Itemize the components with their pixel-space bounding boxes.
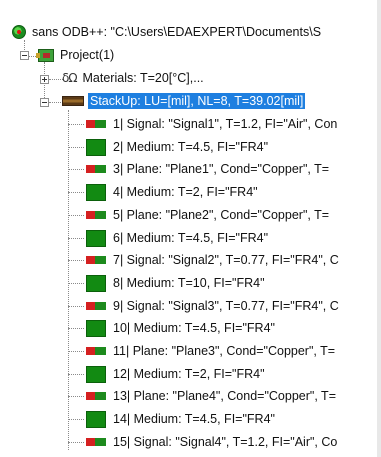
plane-layer-icon <box>86 165 106 173</box>
signal-layer-icon <box>86 438 106 446</box>
stackup-collapse-toggle[interactable] <box>40 98 49 107</box>
stackup-layer-row[interactable]: 9| Signal: "Signal3", T=0.77, FI="FR4", … <box>86 296 341 316</box>
medium-layer-icon <box>86 229 106 247</box>
layer-label: 13| Plane: "Plane4", Cond="Copper", T= <box>113 389 336 403</box>
signal-layer-icon <box>86 302 106 310</box>
stackup-tree-view[interactable]: sans ODB++: "C:\Users\EDAEXPERT\Document… <box>0 0 381 457</box>
stackup-layer-row[interactable]: 4| Medium: T=2, FI="FR4" <box>86 182 260 202</box>
layer-label: 9| Signal: "Signal3", T=0.77, FI="FR4", … <box>113 299 339 313</box>
stackup-layer-row[interactable]: 2| Medium: T=4.5, FI="FR4" <box>86 137 270 157</box>
stackup-layer-row[interactable]: 8| Medium: T=10, FI="FR4" <box>86 273 267 293</box>
vertical-scrollbar-edge[interactable] <box>377 0 381 457</box>
stackup-layer-row[interactable]: 13| Plane: "Plane4", Cond="Copper", T= <box>86 386 338 406</box>
layer-label: 6| Medium: T=4.5, FI="FR4" <box>113 231 269 245</box>
plane-layer-icon <box>86 347 106 355</box>
stackup-layer-row[interactable]: 10| Medium: T=4.5, FI="FR4" <box>86 318 277 338</box>
project-label: Project(1) <box>60 48 115 62</box>
medium-layer-icon <box>86 138 106 156</box>
medium-layer-icon <box>86 410 106 428</box>
odb-root-icon <box>12 25 26 39</box>
stackup-layer-row[interactable]: 5| Plane: "Plane2", Cond="Copper", T= <box>86 205 331 225</box>
stackup-layer-row[interactable]: 14| Medium: T=4.5, FI="FR4" <box>86 409 277 429</box>
project-collapse-toggle[interactable] <box>20 51 29 60</box>
stackup-label: StackUp: LU=[mil], NL=8, T=39.02[mil] <box>88 93 306 109</box>
layer-label: 1| Signal: "Signal1", T=1.2, FI="Air", C… <box>113 117 338 131</box>
layer-label: 10| Medium: T=4.5, FI="FR4" <box>113 321 275 335</box>
layer-label: 7| Signal: "Signal2", T=0.77, FI="FR4", … <box>113 253 339 267</box>
layer-label: 8| Medium: T=10, FI="FR4" <box>113 276 265 290</box>
layer-label: 12| Medium: T=2, FI="FR4" <box>113 367 265 381</box>
layer-label: 4| Medium: T=2, FI="FR4" <box>113 185 258 199</box>
stackup-layer-row[interactable]: 3| Plane: "Plane1", Cond="Copper", T= <box>86 159 331 179</box>
layer-label: 5| Plane: "Plane2", Cond="Copper", T= <box>113 208 330 222</box>
stackup-layer-row[interactable]: 6| Medium: T=4.5, FI="FR4" <box>86 228 270 248</box>
stackup-icon <box>62 96 84 106</box>
medium-layer-icon <box>86 365 106 383</box>
layer-label: 14| Medium: T=4.5, FI="FR4" <box>113 412 275 426</box>
materials-icon: δΩ <box>62 71 77 85</box>
medium-layer-icon <box>86 183 106 201</box>
tree-node-materials[interactable]: δΩ Materials: T=20[°C],... <box>62 68 206 88</box>
tree-root-label: sans ODB++: "C:\Users\EDAEXPERT\Document… <box>32 25 322 39</box>
stackup-layer-row[interactable]: 12| Medium: T=2, FI="FR4" <box>86 364 267 384</box>
layer-label: 3| Plane: "Plane1", Cond="Copper", T= <box>113 162 330 176</box>
stackup-layer-row[interactable]: 11| Plane: "Plane3", Cond="Copper", T= <box>86 341 337 361</box>
plane-layer-icon <box>86 392 106 400</box>
stackup-layer-row[interactable]: 15| Signal: "Signal4", T=1.2, FI="Air", … <box>86 432 339 452</box>
materials-expand-toggle[interactable] <box>40 75 49 84</box>
medium-layer-icon <box>86 274 106 292</box>
signal-layer-icon <box>86 120 106 128</box>
tree-node-stackup[interactable]: StackUp: LU=[mil], NL=8, T=39.02[mil] <box>62 91 306 111</box>
project-icon <box>36 48 54 62</box>
tree-root-node[interactable]: sans ODB++: "C:\Users\EDAEXPERT\Document… <box>12 22 323 42</box>
signal-layer-icon <box>86 256 106 264</box>
materials-label: Materials: T=20[°C],... <box>82 71 204 85</box>
stackup-layer-row[interactable]: 1| Signal: "Signal1", T=1.2, FI="Air", C… <box>86 114 339 134</box>
stackup-layer-row[interactable]: 7| Signal: "Signal2", T=0.77, FI="FR4", … <box>86 250 341 270</box>
plane-layer-icon <box>86 211 106 219</box>
layer-label: 2| Medium: T=4.5, FI="FR4" <box>113 140 269 154</box>
layer-label: 11| Plane: "Plane3", Cond="Copper", T= <box>113 344 336 358</box>
medium-layer-icon <box>86 319 106 337</box>
layer-label: 15| Signal: "Signal4", T=1.2, FI="Air", … <box>113 435 338 449</box>
tree-node-project[interactable]: Project(1) <box>36 45 116 65</box>
